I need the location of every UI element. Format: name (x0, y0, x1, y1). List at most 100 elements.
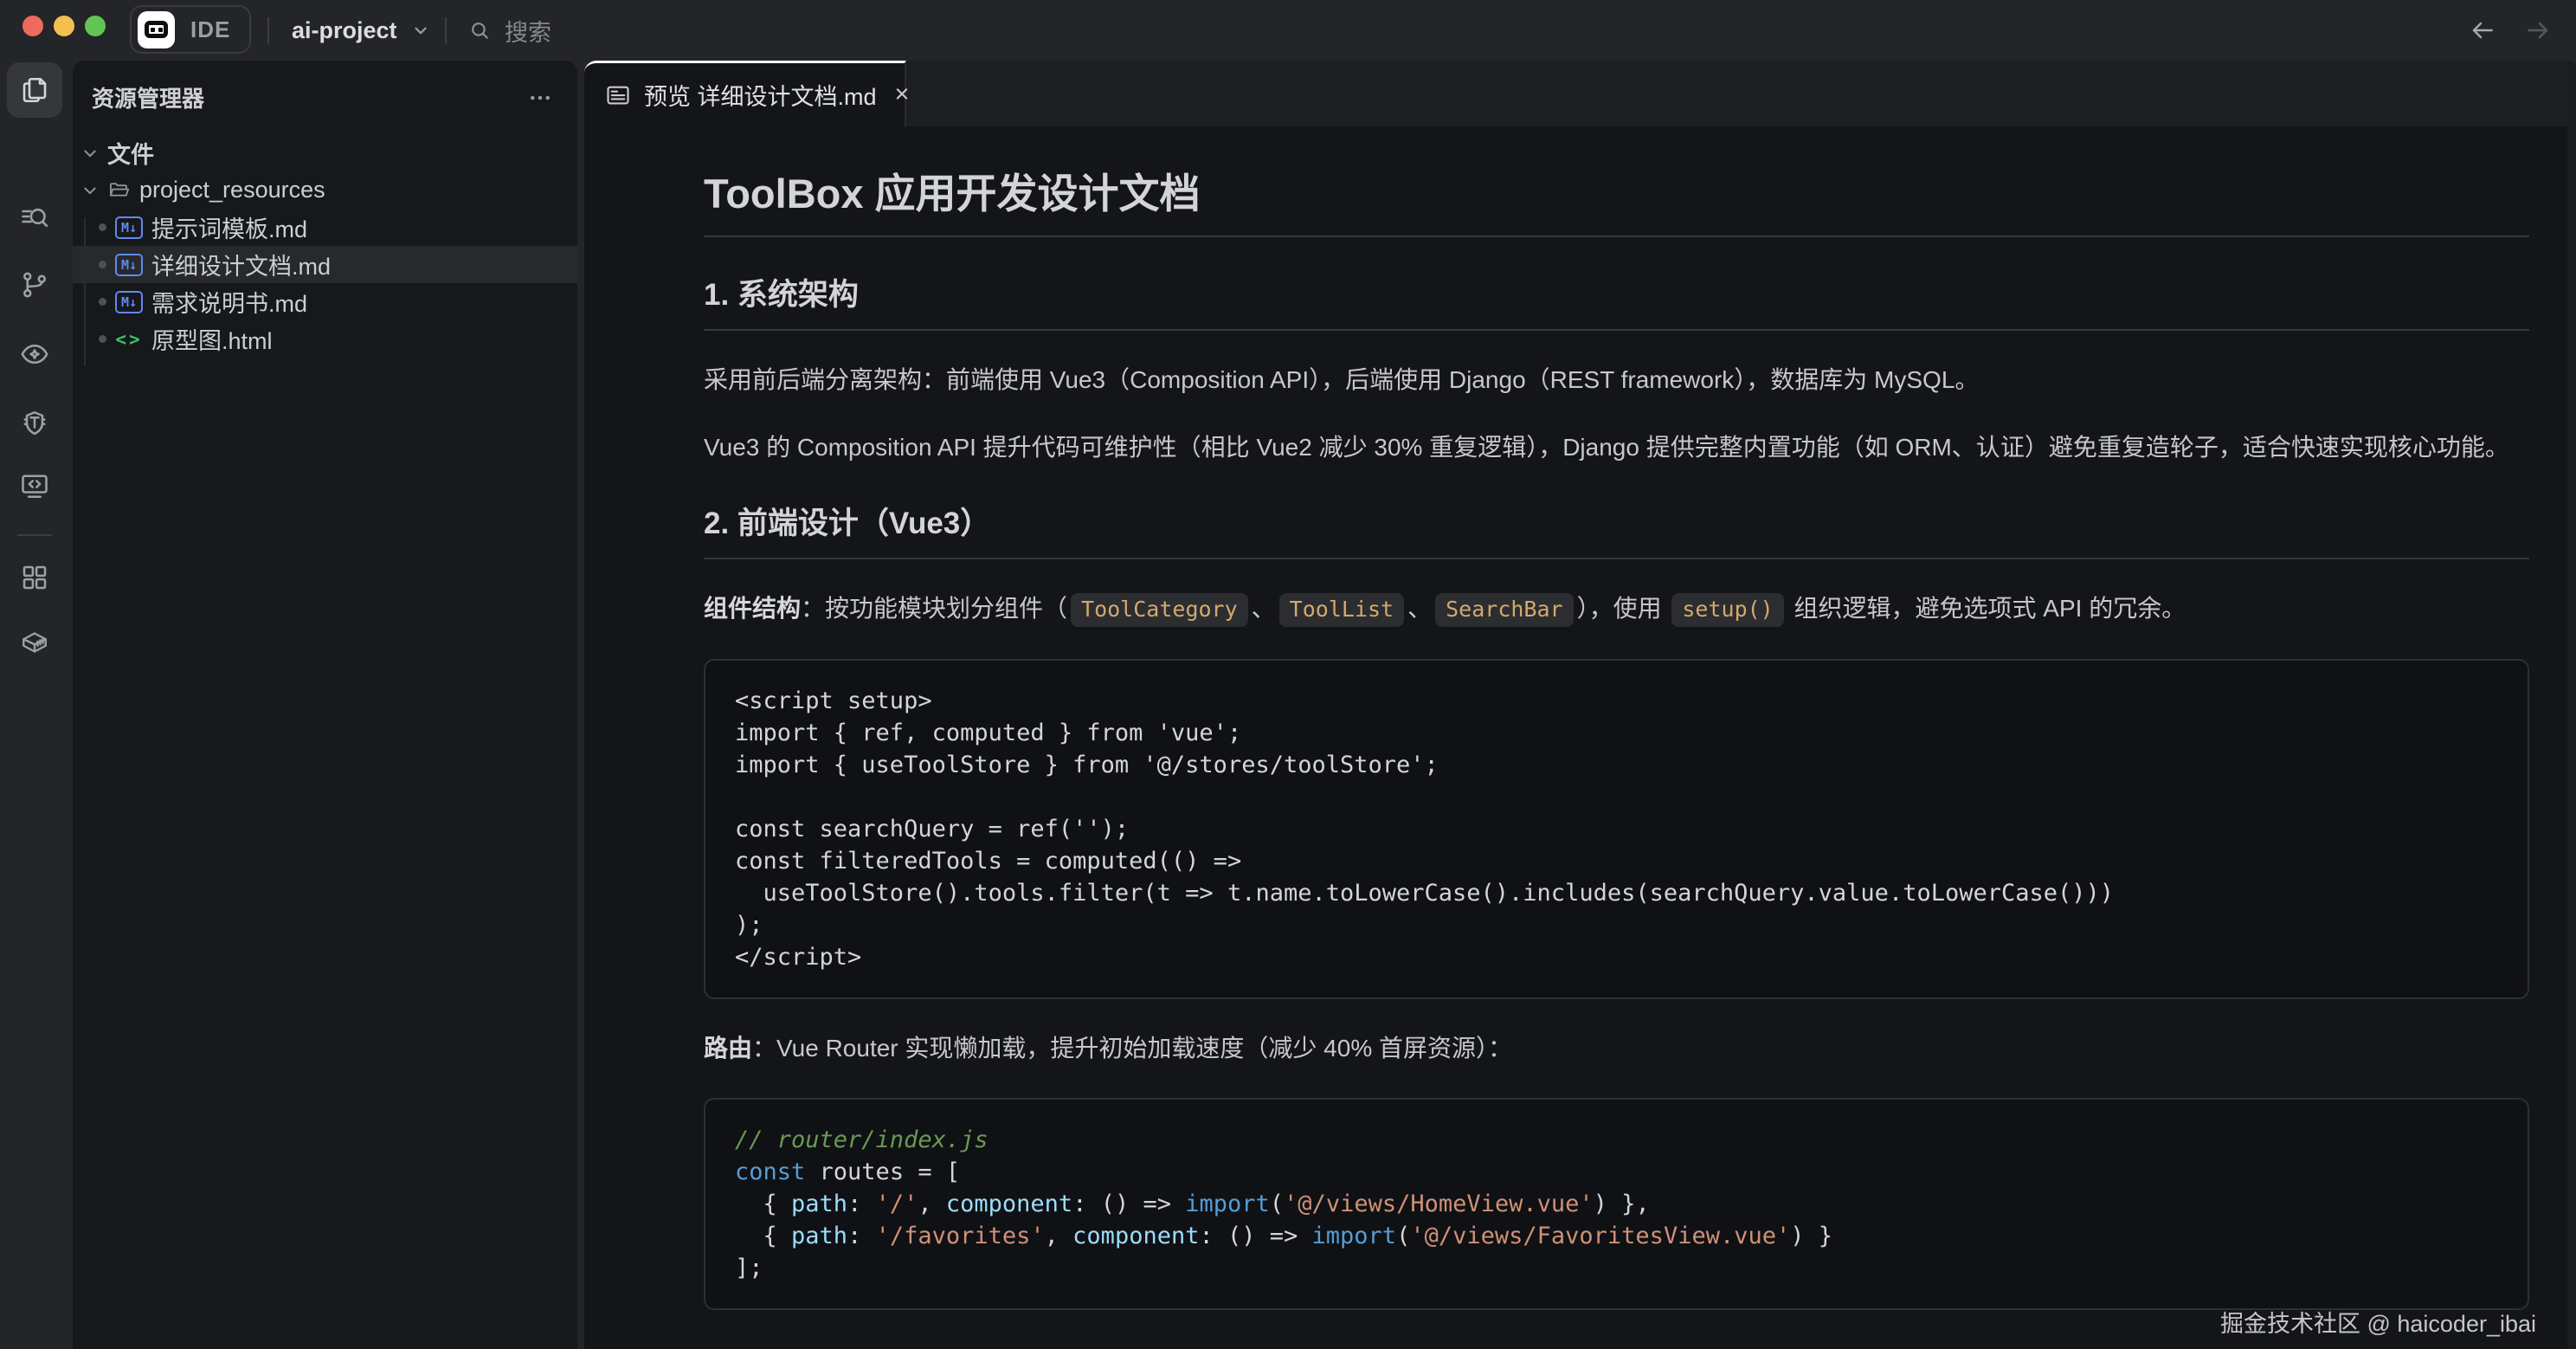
bold-text: 组件结构 (704, 595, 801, 622)
preview-icon (605, 82, 631, 108)
tree-file-row[interactable]: <> 原型图.html (73, 320, 577, 358)
activity-search-button[interactable] (7, 191, 62, 247)
doc-heading-h1: ToolBox 应用开发设计文档 (704, 170, 2529, 237)
arrow-left-icon (2469, 16, 2496, 44)
bug-shield-icon (19, 408, 50, 439)
monitor-code-icon (19, 470, 50, 501)
code-line (735, 781, 2498, 813)
inline-code: ToolList (1279, 593, 1404, 627)
code-line: import { ref, computed } from 'vue'; (735, 717, 2498, 749)
sidebar-header: 资源管理器 (73, 61, 577, 129)
inline-code: SearchBar (1435, 593, 1573, 627)
code-block: <script setup>import { ref, computed } f… (704, 659, 2529, 999)
search-icon (468, 19, 491, 42)
file-status-dot (99, 298, 106, 306)
search-label: 搜索 (505, 14, 551, 48)
file-label: 提示词模板.md (151, 210, 307, 244)
titlebar-divider (267, 17, 269, 43)
forward-button[interactable] (2521, 14, 2555, 47)
inline-code: ToolCategory (1071, 593, 1248, 627)
activity-extensions-button[interactable] (7, 550, 62, 605)
close-window-button[interactable] (23, 16, 43, 36)
activity-source-control-button[interactable] (7, 257, 62, 313)
tree-folder-row[interactable]: 文件 (73, 134, 577, 171)
doc-paragraph: 采用前后端分离架构：前端使用 Vue3（Composition API），后端使… (704, 362, 2529, 398)
code-line: useToolStore().tools.filter(t => t.name.… (735, 877, 2498, 909)
back-button[interactable] (2465, 14, 2500, 47)
bold-text: 路由 (704, 1035, 752, 1062)
code-line: <script setup> (735, 685, 2498, 717)
window-controls (23, 16, 106, 36)
markdown-file-icon: M↓ (115, 254, 143, 276)
search-filter-icon (19, 203, 50, 235)
app-menu-button[interactable]: IDE (130, 5, 251, 54)
folder-open-icon (107, 178, 131, 202)
extensions-icon (19, 562, 50, 593)
chevron-down-icon (411, 21, 430, 40)
app-logo-icon (138, 11, 175, 48)
code-line: ); (735, 909, 2498, 941)
activity-remote-button[interactable] (7, 458, 62, 513)
files-icon (19, 74, 50, 106)
code-block: // router/index.jsconst routes = [ { pat… (704, 1098, 2529, 1310)
doc-paragraph: 组件结构：按功能模块划分组件（ToolCategory、ToolList、Sea… (704, 591, 2529, 628)
activity-explorer-button[interactable] (7, 62, 62, 118)
code-line: // router/index.js (735, 1124, 2498, 1156)
markdown-preview: ToolBox 应用开发设计文档 1. 系统架构采用前后端分离架构：前端使用 Vu… (584, 126, 2567, 1349)
titlebar: IDE ai-project 搜索 (0, 0, 2576, 61)
app-window: { "titlebar": { "app_name": "IDE", "proj… (0, 0, 2576, 1349)
file-label: project_resources (139, 177, 325, 203)
package-box-icon (19, 627, 50, 658)
tree-folder-row[interactable]: project_resources (73, 171, 577, 209)
sidebar-title: 资源管理器 (92, 81, 204, 113)
titlebar-divider (445, 17, 447, 43)
code-line: ]; (735, 1252, 2498, 1284)
git-branch-icon (19, 269, 50, 300)
more-actions-button[interactable] (527, 85, 553, 111)
code-line: const filteredTools = computed(() => (735, 845, 2498, 877)
code-line: const routes = [ (735, 1156, 2498, 1188)
editor-panel: 预览 详细设计文档.md × ToolBox 应用开发设计文档 1. 系统架构采用… (584, 61, 2576, 1349)
file-status-dot (99, 261, 106, 268)
chevron-down-icon (81, 182, 99, 199)
tree-file-row[interactable]: M↓ 需求说明书.md (73, 283, 577, 320)
html-file-icon: <> (115, 329, 143, 350)
eye-sparkle-icon (19, 339, 50, 370)
code-line: { path: '/', component: () => import('@/… (735, 1188, 2498, 1220)
activity-bar-divider (17, 534, 52, 536)
activity-bar (0, 61, 69, 1349)
file-label: 原型图.html (151, 322, 273, 356)
tab-preview-design-doc[interactable]: 预览 详细设计文档.md × (584, 61, 906, 126)
ellipsis-icon (527, 85, 553, 111)
activity-debug-button[interactable] (7, 396, 62, 451)
tree-file-row[interactable]: M↓ 提示词模板.md (73, 209, 577, 246)
file-label: 需求说明书.md (151, 285, 307, 319)
search-button[interactable]: 搜索 (468, 12, 551, 48)
project-name-label: ai-project (292, 17, 397, 44)
activity-packages-button[interactable] (7, 615, 62, 670)
tab-bar: 预览 详细设计文档.md × (584, 61, 2576, 126)
file-label: 文件 (107, 136, 154, 170)
activity-ai-preview-button[interactable] (7, 326, 62, 382)
scrollbar-track[interactable] (2567, 61, 2576, 1349)
project-switcher[interactable]: ai-project (292, 12, 430, 48)
markdown-file-icon: M↓ (115, 216, 143, 239)
tab-close-button[interactable]: × (895, 82, 910, 107)
tree-file-row[interactable]: M↓ 详细设计文档.md (73, 246, 577, 283)
doc-paragraph: 路由：Vue Router 实现懒加载，提升初始加载速度（减少 40% 首屏资源… (704, 1030, 2529, 1067)
file-status-dot (99, 223, 106, 231)
doc-paragraph: Vue3 的 Composition API 提升代码可维护性（相比 Vue2 … (704, 429, 2529, 466)
file-label: 详细设计文档.md (151, 248, 331, 281)
code-line: import { useToolStore } from '@/stores/t… (735, 749, 2498, 781)
doc-heading-h2: 2. 前端设计（Vue3） (704, 504, 2529, 559)
markdown-file-icon: M↓ (115, 291, 143, 313)
explorer-sidebar: 资源管理器 文件 project_resources M↓ 提示词模板.md M↓ 详细设… (73, 61, 577, 1349)
minimize-window-button[interactable] (54, 16, 74, 36)
code-line: const searchQuery = ref(''); (735, 813, 2498, 845)
tab-title: 预览 详细设计文档.md (644, 78, 877, 112)
code-line: { path: '/favorites', component: () => i… (735, 1220, 2498, 1252)
code-line: </script> (735, 941, 2498, 973)
maximize-window-button[interactable] (85, 16, 106, 36)
doc-heading-h2: 1. 系统架构 (704, 275, 2529, 331)
chevron-down-icon (81, 145, 99, 162)
